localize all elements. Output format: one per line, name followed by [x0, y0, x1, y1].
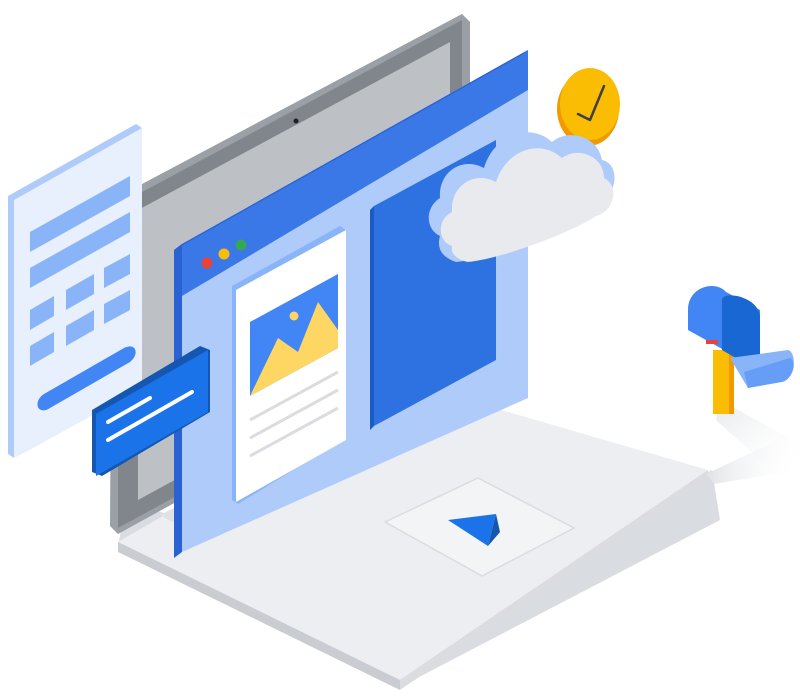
- mailbox-flag: [706, 340, 718, 344]
- clock-face: [560, 68, 620, 140]
- close-dot-icon[interactable]: [201, 257, 213, 269]
- webcam-icon: [293, 118, 299, 124]
- maximize-dot-icon[interactable]: [235, 239, 247, 251]
- laptop-illustration: [8, 14, 800, 690]
- clock-icon: [557, 68, 620, 146]
- illustration-stage: [0, 0, 800, 700]
- minimize-dot-icon[interactable]: [218, 248, 230, 260]
- content-panel-right-edge: [370, 206, 374, 430]
- sun-icon: [289, 311, 299, 321]
